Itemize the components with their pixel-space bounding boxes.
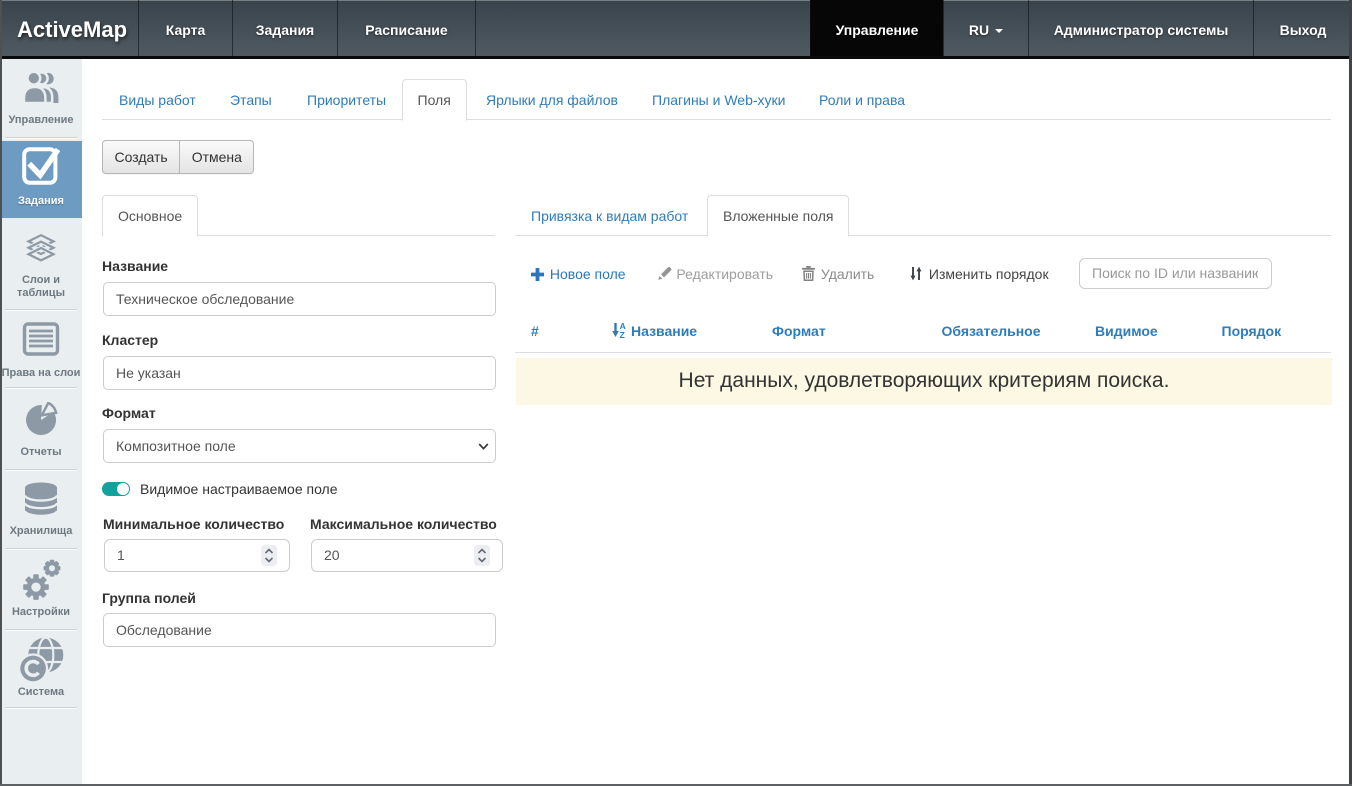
svg-text:Z: Z (620, 330, 625, 338)
